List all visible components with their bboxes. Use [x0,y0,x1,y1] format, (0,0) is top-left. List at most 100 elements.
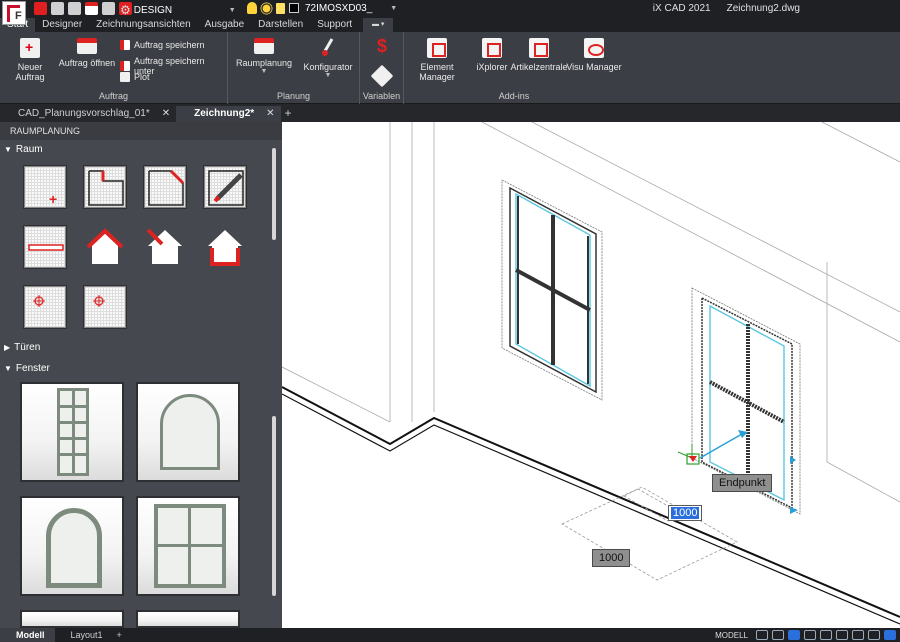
section-raum[interactable]: ▼ Raum [4,144,43,155]
tab-ausgabe[interactable]: Ausgabe [198,18,251,32]
window-round-arch-tile[interactable] [20,496,124,596]
house-floor-icon [208,230,242,266]
element-manager-label: Element Manager [419,62,455,82]
section-tueren[interactable]: ▶ Türen [4,342,40,353]
transom [60,405,86,408]
open-folder-icon [77,38,97,54]
artikelzentrale-button[interactable]: Artikelzentrale [508,38,570,72]
otrack-icon[interactable] [836,630,848,640]
annotation-scale-icon[interactable] [868,630,880,640]
print-icon[interactable] [102,2,115,15]
ixplorer-button[interactable]: iXplorer [472,38,512,72]
layer-thaw-icon[interactable] [262,4,271,12]
group-planung: Raumplanung ▼ Konfigurator ▼ Planung [228,32,360,104]
window-tall-tile[interactable] [20,382,124,482]
room-edit-tile[interactable] [204,166,246,208]
window-arch-tile[interactable] [136,382,240,482]
layer-on-icon[interactable] [247,2,257,14]
tab-support[interactable]: Support [310,18,359,32]
mullion [72,391,75,473]
save-as-icon [120,61,130,71]
customize-icon[interactable] [884,630,896,640]
drawing-canvas[interactable]: Endpunkt 1000 1000 [282,122,900,628]
open-icon[interactable] [51,2,64,15]
chevron-down-icon: ▼ [4,364,12,373]
visu-manager-button[interactable]: Visu Manager [566,38,622,72]
snap-icon[interactable] [772,630,784,640]
app-logo-icon[interactable] [2,1,26,25]
variablen-box-button[interactable] [370,64,394,90]
house-floor-tile[interactable] [204,226,246,268]
room-corner-tile[interactable] [84,166,126,208]
ribbon-minimize-button[interactable]: ▬ ▾ [363,18,394,32]
workspace-selector[interactable]: ⚙ DESIGN ▼ [118,3,236,17]
window-cross-tile[interactable] [136,496,240,596]
add-layout-icon[interactable]: + [113,628,132,642]
raumplanung-button[interactable]: Raumplanung ▼ [234,38,294,75]
layer-color-icon[interactable] [289,3,299,13]
save-icon[interactable] [85,2,98,15]
tab-modell[interactable]: Modell [0,628,55,642]
model-space-label[interactable]: MODELL [715,631,748,640]
house-roof-tile[interactable] [84,226,126,268]
wall-icon [28,244,64,251]
close-icon[interactable]: ✕ [162,108,170,122]
window-tile-partial[interactable] [136,610,240,628]
plot-label: Plot [134,72,150,82]
folder-icon[interactable] [68,2,81,15]
lineweight-icon[interactable] [852,630,864,640]
polar-icon[interactable] [804,630,816,640]
doc-tab-zeichnung2[interactable]: Zeichnung2* ✕ [176,106,281,122]
auftrag-speichern-button[interactable]: Auftrag speichern [120,40,205,50]
konfigurator-label: Konfigurator [303,62,353,72]
ortho-icon[interactable] [788,630,800,640]
status-bar: Modell Layout1 + MODELL [0,628,900,642]
file-name: Zeichnung2.dwg [726,3,800,14]
group-addins-label: Add-ins [498,91,530,101]
tab-layout1[interactable]: Layout1 [55,628,113,642]
auftrag-oeffnen-button[interactable]: Auftrag öffnen [58,38,116,68]
eye-icon [584,38,604,58]
panel-scrollbar-top[interactable] [272,148,276,240]
layer-lock-icon[interactable] [276,2,285,14]
panel-scrollbar-bottom[interactable] [272,416,276,596]
room-chamfer-tile[interactable] [144,166,186,208]
house-remove-tile[interactable] [144,226,186,268]
add-tab-icon[interactable]: + [281,106,300,122]
section-fenster-label: Fenster [15,363,50,374]
doc-tab-planungsvorschlag[interactable]: CAD_Planungsvorschlag_01* ✕ [0,106,176,122]
wall-tile[interactable] [24,226,66,268]
group-variablen: $ Variablen [360,32,404,104]
tab-zeichnungsansichten[interactable]: Zeichnungsansichten [89,18,198,32]
konfigurator-button[interactable]: Konfigurator ▼ [298,38,358,79]
tab-designer[interactable]: Designer [35,18,89,32]
window-tile-partial[interactable] [20,610,124,628]
app-name: iX CAD 2021 [652,3,711,14]
grid-point-tile[interactable] [24,286,66,328]
plot-button[interactable]: Plot [120,72,150,82]
doc-tab-label: CAD_Planungsvorschlag_01* [18,108,150,119]
visu-manager-label: Visu Manager [566,62,622,72]
room-chamfer-icon [148,169,185,206]
room-corner-icon [88,170,124,206]
section-fenster[interactable]: ▼ Fenster [4,363,50,374]
layer-dropdown-icon[interactable]: ▼ [390,5,397,12]
tab-darstellen[interactable]: Darstellen [251,18,310,32]
osnap-icon[interactable] [820,630,832,640]
layer-name[interactable]: 72IMOSXD03_ [305,3,372,14]
konfigurator-dropdown-icon: ▼ [324,72,332,79]
dynamic-input-field[interactable]: 1000 [668,505,703,521]
room-add-tile[interactable]: + [24,166,66,208]
printer-icon [120,72,130,82]
neuer-auftrag-button[interactable]: Neuer Auftrag [4,38,56,82]
element-manager-button[interactable]: Element Manager [404,38,470,82]
tall-window-preview [57,388,89,476]
close-icon[interactable]: ✕ [266,108,274,122]
doc-tab-label: Zeichnung2* [194,108,255,119]
new-icon[interactable] [34,2,47,15]
pencil-icon [208,170,244,206]
variablen-button[interactable]: $ [370,36,394,60]
dimension-label: 1000 [592,549,631,567]
grid-center-tile[interactable] [84,286,126,328]
grid-icon[interactable] [756,630,768,640]
